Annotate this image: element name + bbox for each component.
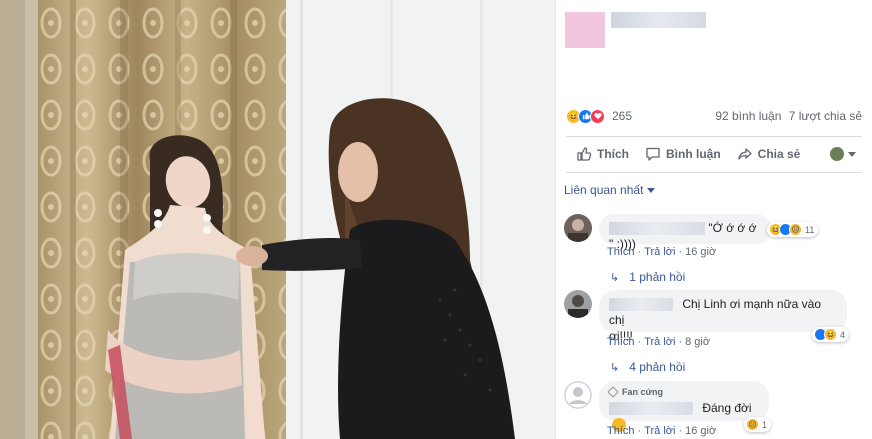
thumbs-up-icon (577, 147, 592, 161)
comment-sort-dropdown[interactable]: Liên quan nhất (564, 183, 656, 197)
comment-reaction-count: 1 (762, 419, 768, 430)
comment-reply-link[interactable]: Trả lời (644, 246, 675, 258)
comment-button[interactable]: Bình luận (645, 146, 721, 162)
fan-badge-label: Fan cứng (622, 387, 664, 397)
sad-icon: ☹ (789, 223, 802, 236)
comment-time[interactable]: 16 giờ (685, 246, 716, 258)
comment-meta: Thích · Trả lời · 16 giờ (607, 425, 717, 437)
commenter-avatar[interactable] (564, 290, 592, 318)
comment-like-link[interactable]: Thích (607, 425, 635, 437)
comments-panel: 😆 265 92 bình luận 7 lượt chia sẻ Thích … (555, 0, 872, 439)
comment-reaction-count: 4 (840, 329, 846, 340)
comments-count[interactable]: 92 bình luận (715, 109, 781, 123)
comment-text: Đáng đời (702, 401, 752, 415)
sort-label: Liên quan nhất (564, 183, 644, 197)
comment-bubble: Fan cứng Đáng đời (599, 381, 769, 432)
haha-icon: 😆 (824, 328, 837, 341)
photo-scene (0, 0, 555, 439)
reply-arrow-icon: ↳ (610, 271, 620, 284)
fan-badge: Fan cứng (607, 384, 759, 400)
divider (566, 136, 862, 137)
page-avatar-icon (830, 147, 844, 161)
comment-label: Bình luận (666, 147, 721, 161)
action-bar: Thích Bình luận Chia sẻ (566, 140, 862, 168)
replies-count: 4 phản hồi (629, 360, 686, 374)
comment-reply-link[interactable]: Trả lời (644, 425, 675, 437)
comment-reactions[interactable]: ☹ 1 (744, 417, 772, 432)
sad-icon: ☹ (746, 418, 759, 431)
comment-meta: Thích · Trả lời · 8 giờ (607, 336, 711, 348)
comment-reactions[interactable]: 😆 4 (812, 327, 850, 342)
poster-name-redacted[interactable] (611, 12, 706, 28)
divider (566, 172, 862, 173)
comment-bubble: Chị Linh ơi mạnh nữa vào chị ơi!!!! (599, 290, 847, 343)
commenter-name-redacted[interactable] (609, 402, 693, 416)
comment-item: Chị Linh ơi mạnh nữa vào chị ơi!!!! 😆 4 … (564, 290, 862, 374)
view-replies-link[interactable]: ↳ 4 phản hồi (610, 360, 685, 374)
commenter-name-redacted[interactable] (609, 222, 705, 236)
share-icon (738, 148, 752, 160)
audience-selector[interactable] (830, 147, 856, 161)
commenter-avatar[interactable] (564, 214, 592, 242)
comment-meta: Thích · Trả lời · 16 giờ (607, 246, 717, 258)
comment-like-link[interactable]: Thích (607, 336, 635, 348)
reaction-count[interactable]: 265 (612, 109, 632, 123)
comment-like-link[interactable]: Thích (607, 246, 635, 258)
post-photo[interactable] (0, 0, 555, 439)
reply-arrow-icon: ↳ (610, 361, 620, 374)
shares-count[interactable]: 7 lượt chia sẻ (789, 109, 862, 123)
like-label: Thích (597, 147, 629, 161)
chevron-down-icon (647, 187, 656, 193)
comment-time[interactable]: 16 giờ (685, 425, 716, 437)
chevron-down-icon (848, 151, 856, 157)
comment-icon (646, 147, 660, 161)
poster-avatar[interactable] (565, 12, 605, 48)
diamond-icon (607, 386, 619, 398)
comment-bubble: "Ớ ớ ớ ớ " :)))) (599, 214, 771, 251)
reaction-icons[interactable]: 😆 (566, 108, 605, 124)
love-icon (590, 108, 605, 124)
replies-count: 1 phản hồi (629, 270, 686, 284)
comment-item: "Ớ ớ ớ ớ " :)))) 😆 ☹ 11 Thích · Trả lời · 16… (564, 214, 862, 284)
comment-reactions[interactable]: 😆 ☹ 11 (767, 222, 819, 237)
commenter-name-redacted[interactable] (609, 298, 673, 312)
share-label: Chia sẻ (757, 147, 801, 161)
share-button[interactable]: Chia sẻ (737, 146, 801, 162)
comment-time[interactable]: 8 giờ (685, 336, 710, 348)
comment-reply-link[interactable]: Trả lời (644, 336, 675, 348)
commenter-avatar[interactable] (564, 381, 592, 409)
post-stats: 92 bình luận 7 lượt chia sẻ (715, 109, 862, 123)
view-replies-link[interactable]: ↳ 1 phản hồi (610, 270, 685, 284)
like-button[interactable]: Thích (576, 146, 629, 162)
reactions-summary: 😆 265 92 bình luận 7 lượt chia sẻ (566, 106, 862, 126)
comment-item: Fan cứng Đáng đời ☹ 1 Thích · Trả lời · 16 g… (564, 381, 862, 439)
comment-reaction-count: 11 (805, 224, 815, 235)
